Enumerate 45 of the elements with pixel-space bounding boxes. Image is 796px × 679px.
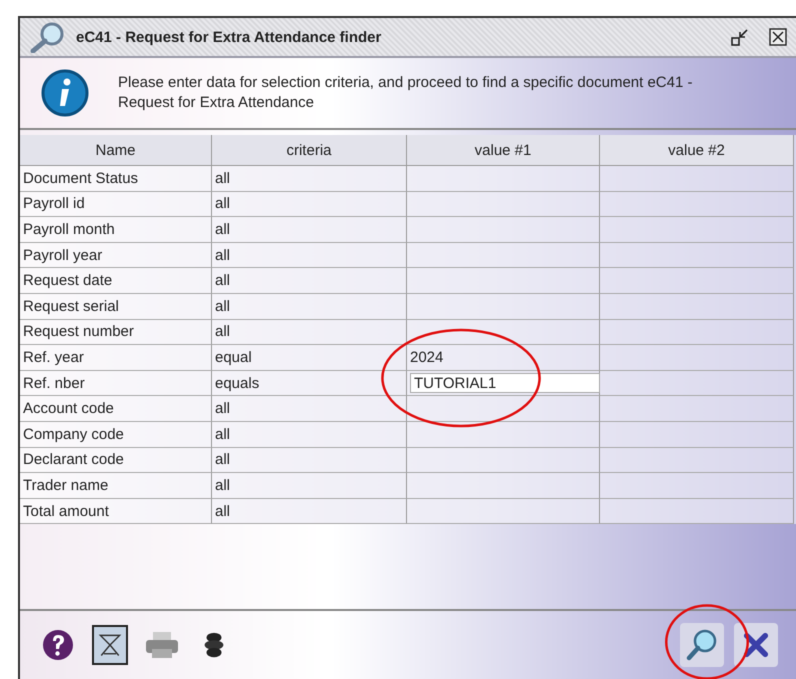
table-cell: Request date: [20, 268, 212, 294]
table-cell: Payroll month: [20, 217, 212, 243]
close-icon: [743, 632, 769, 658]
restore-icon[interactable]: [730, 27, 750, 47]
close-icon[interactable]: [768, 27, 788, 47]
table-cell: 2024: [407, 345, 600, 371]
column-header[interactable]: criteria: [212, 135, 407, 166]
filter-button[interactable]: [92, 625, 128, 665]
table-cell: all: [212, 217, 407, 243]
column-header[interactable]: value #1: [407, 135, 600, 166]
table-cell: all: [212, 192, 407, 218]
printer-icon: [144, 629, 180, 661]
column-header[interactable]: value #2: [600, 135, 794, 166]
table-cell: all: [212, 320, 407, 346]
table-cell: Payroll id: [20, 192, 212, 218]
window-title: eC41 - Request for Extra Attendance finder: [76, 28, 382, 46]
table-cell: all: [212, 396, 407, 422]
table-cell: Ref. year: [20, 345, 212, 371]
table-cell: all: [212, 422, 407, 448]
info-message: Please enter data for selection criteria, and proceed to find a specific document eC41 - Request for Extra Attendance: [118, 72, 694, 113]
table-cell: all: [212, 294, 407, 320]
table-cell: Request number: [20, 320, 212, 346]
table-cell: Account code: [20, 396, 212, 422]
table-cell: all: [212, 448, 407, 474]
table-cell: Company code: [20, 422, 212, 448]
table-cell: Document Status: [20, 166, 212, 192]
table-cell: all: [212, 498, 407, 524]
table-cell: all: [212, 268, 407, 294]
table-cell: all: [212, 166, 407, 192]
column-header[interactable]: Name: [20, 135, 212, 166]
table-cell: Declarant code: [20, 448, 212, 474]
table-cell: equal: [212, 345, 407, 371]
cancel-button[interactable]: [734, 623, 778, 667]
table-cell: Payroll year: [20, 242, 212, 268]
table-cell: Trader name: [20, 473, 212, 499]
table-cell: Ref. nber: [20, 370, 212, 396]
table-cell: Total amount: [20, 498, 212, 524]
table-cell: all: [212, 473, 407, 499]
search-button[interactable]: [680, 623, 724, 667]
table-cell: Request serial: [20, 294, 212, 320]
input-field[interactable]: TUTORIAL1: [410, 373, 600, 394]
table-cell: all: [212, 242, 407, 268]
question-icon: [42, 629, 74, 661]
info-icon: [40, 68, 90, 118]
table-cell: equals: [212, 370, 407, 396]
